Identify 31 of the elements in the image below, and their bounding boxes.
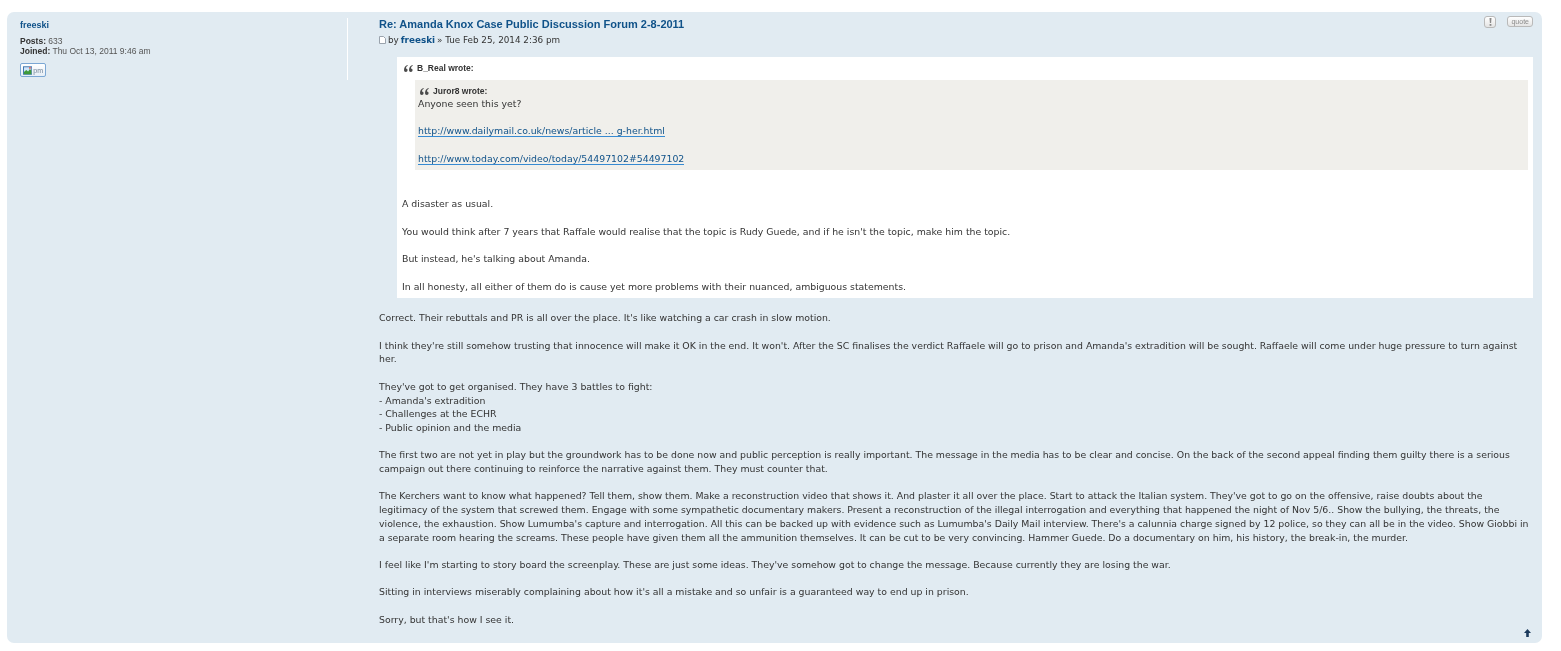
document-icon xyxy=(379,36,386,44)
quote-paragraph: But instead, he's talking about Amanda. xyxy=(402,252,591,266)
quote-link[interactable]: http://www.dailymail.co.uk/news/article ... g-her.html xyxy=(418,125,665,138)
post-paragraph: I think they're still somehow trusting that innocence will make it OK in the end. It won't. After the SC finalises the verdict Raffaele will go to prison and Amanda's extradition will be sought. Raffaele will come under huge pressure to turn against her. xyxy=(379,338,1519,367)
post-paragraph: The first two are not yet in play but the groundwork has to be done now and public perception is really important. The message in the media has to be clear and concise. On the back of the second appeal finding them guilty there is a serious campaign out there continuing to reinforce the narrative against them. They must counter that. xyxy=(379,448,1511,476)
quote-paragraph: You would think after 7 years that Raffale would realise that the topic is Rudy Guede, and if he isn't the topic, make him the topic. xyxy=(402,224,1012,239)
quote-mark-icon xyxy=(420,87,429,95)
quote-cite: Juror8 wrote: xyxy=(433,85,488,97)
post-date: » Tue Feb 25, 2014 2:36 pm xyxy=(437,34,561,46)
picture-icon xyxy=(23,65,33,75)
author-link[interactable]: freeski xyxy=(400,34,435,46)
quote-text: Anyone seen this yet? xyxy=(418,97,523,111)
post-paragraph: I feel like I'm starting to story board the screenplay. These are just some ideas. They've somehow got to change the message. Because currently they are losing the war. xyxy=(379,557,1172,572)
quote-paragraph: In all honesty, all either of them do is cause yet more problems with their nuanced, ambiguous statements. xyxy=(402,279,908,294)
profile-detail: Joined: Thu Oct 13, 2011 9:46 am xyxy=(20,46,151,56)
username-link[interactable]: freeski xyxy=(20,19,50,31)
post-paragraph: The Kerchers want to know what happened? Tell them, show them. Make a reconstruction video that shows it. And plaster it all over the place. Start to attack the Italian system. They've got to go on the offensive, raise doubts about the legitimacy of the system that screwed them. Engage with some sympathetic documentary makers. Present a reconstruction of the illegal interrogation and everything that happened the night of Nov 5/6.. Show the bullying, the threats, the violence, the exhaustion. Show Lumumba's capture and interrogation. All this can be backed up with evidence such as Lumumba's Daily Mail interview. There's a calunnia charge signed by 12 police, so they can all be in the video. Show Giobbi in a separate room hearing the screams. These people have given them all the ammunition themselves. It can be cut to be very convincing. Hammer Guede. Do a documentary on him, his history, the break-in, the murder. xyxy=(379,489,1530,545)
up-arrow-icon[interactable] xyxy=(1524,629,1531,637)
post-paragraph: They've got to get organised. They have 3 battles to fight: - Amanda's extradition - Challenges at the ECHR - Public opinion and the media xyxy=(379,379,654,435)
post-paragraph: Sitting in interviews miserably complaining about how it's all a mistake and so unfair is a guaranteed way to end up in prison. xyxy=(379,585,970,600)
quote-link[interactable]: http://www.today.com/video/today/54497102#54497102 xyxy=(418,152,685,165)
profile-detail: Posts: 633 xyxy=(20,37,64,47)
post-title[interactable]: Re: Amanda Knox Case Public Discussion Forum 2-8-2011 xyxy=(379,17,685,32)
exclamation-icon xyxy=(1488,18,1492,26)
byline-text: by xyxy=(388,34,399,46)
post-paragraph: Correct. Their rebuttals and PR is all over the place. It's like watching a car crash in slow motion. xyxy=(379,311,832,326)
quote-mark-icon xyxy=(404,64,413,72)
post-paragraph: Sorry, but that's how I see it. xyxy=(379,612,516,627)
report-button[interactable] xyxy=(1484,16,1497,28)
quote-cite: B_Real wrote: xyxy=(417,62,474,74)
quote-paragraph: A disaster as usual. xyxy=(402,197,495,212)
